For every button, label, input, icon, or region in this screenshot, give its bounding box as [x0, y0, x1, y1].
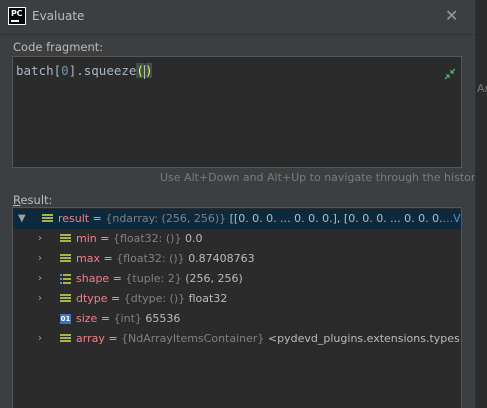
var-value: 65536	[145, 312, 181, 325]
chevron-right-icon[interactable]: ›	[38, 329, 48, 349]
window-title: Evaluate	[32, 9, 85, 23]
chevron-right-icon[interactable]: ›	[38, 289, 48, 309]
var-type: {NdArrayItemsContainer}	[121, 332, 265, 345]
result-label: Result:	[13, 193, 52, 207]
collapse-icon[interactable]	[444, 68, 456, 80]
field-icon	[60, 234, 71, 244]
tree-row[interactable]: 01 size = {int} 65536	[13, 309, 461, 329]
tree-row[interactable]: › dtype = {dtype: ()} float32	[13, 289, 461, 309]
var-name: shape	[76, 272, 110, 285]
var-value: <pydevd_plugins.extensions.types.pyde	[267, 332, 461, 345]
background-text: Arra	[477, 82, 487, 95]
title-bar: PC Evaluate ✕	[0, 0, 475, 34]
var-value: float32	[188, 292, 228, 305]
result-label-text: esult:	[20, 193, 53, 207]
field-icon	[60, 294, 71, 304]
code-segment: batch[	[16, 63, 62, 78]
field-icon	[42, 214, 53, 224]
var-type: {dtype: ()}	[123, 292, 186, 305]
field-icon	[60, 334, 71, 344]
tree-row-result[interactable]: ▼ result = {ndarray: (256, 256)} [[0. 0.…	[13, 209, 461, 229]
var-type: {int}	[113, 312, 142, 325]
var-type: {float32: ()}	[116, 252, 185, 265]
result-tree[interactable]: ▼ result = {ndarray: (256, 256)} [[0. 0.…	[12, 207, 462, 408]
var-type: {ndarray: (256, 256)}	[105, 212, 227, 225]
code-text[interactable]: batch[0].squeeze()	[16, 63, 153, 79]
pycharm-logo-icon: PC	[8, 7, 26, 25]
code-paren: (	[136, 63, 144, 78]
field-icon	[60, 254, 71, 264]
var-name: max	[76, 252, 100, 265]
var-value: [[0. 0. 0. ... 0. 0. 0.], [0. 0. 0. ... …	[229, 212, 443, 225]
var-type: {tuple: 2}	[125, 272, 182, 285]
tree-row[interactable]: › shape = {tuple: 2} (256, 256)	[13, 269, 461, 289]
tree-row[interactable]: › max = {float32: ()} 0.87408763	[13, 249, 461, 269]
var-name: dtype	[76, 292, 108, 305]
chevron-right-icon[interactable]: ›	[38, 229, 48, 249]
code-number: 0	[61, 63, 69, 78]
list-icon	[60, 274, 71, 284]
code-paren: )	[144, 63, 153, 78]
history-hint: Use Alt+Down and Alt+Up to navigate thro…	[160, 171, 482, 184]
close-icon[interactable]: ✕	[445, 8, 458, 24]
title-divider	[0, 34, 475, 35]
var-name: result	[58, 212, 90, 225]
var-type: {float32: ()}	[112, 232, 182, 245]
var-name: size	[76, 312, 98, 325]
tree-row[interactable]: › min = {float32: ()} 0.0	[13, 229, 461, 249]
code-segment: ].squeeze	[68, 63, 137, 78]
chevron-right-icon[interactable]: ›	[38, 249, 48, 269]
var-value: (256, 256)	[185, 272, 243, 285]
view-as-array-link[interactable]: ...View as Array	[443, 212, 461, 225]
tree-row[interactable]: › array = {NdArrayItemsContainer} <pydev…	[13, 329, 461, 349]
code-fragment-editor[interactable]: batch[0].squeeze()	[12, 56, 462, 168]
background-editor-strip: Arra	[475, 0, 487, 408]
int-icon: 01	[60, 314, 71, 324]
var-name: min	[76, 232, 97, 245]
chevron-down-icon[interactable]: ▼	[18, 209, 28, 229]
var-value: 0.0	[184, 232, 203, 245]
evaluate-dialog: PC Evaluate ✕ Code fragment: batch[0].sq…	[0, 0, 482, 408]
var-name: array	[76, 332, 105, 345]
var-value: 0.87408763	[188, 252, 255, 265]
code-fragment-label: Code fragment:	[13, 40, 104, 54]
chevron-right-icon[interactable]: ›	[38, 269, 48, 289]
